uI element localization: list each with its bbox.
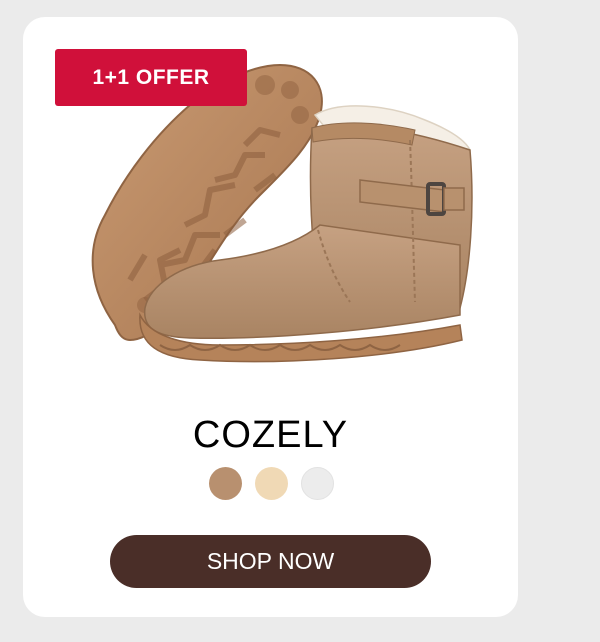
product-name: COZELY bbox=[192, 414, 349, 456]
swatch-beige[interactable] bbox=[255, 467, 288, 500]
offer-badge-label: 1+1 OFFER bbox=[92, 65, 210, 89]
color-swatches bbox=[209, 467, 334, 500]
offer-badge: 1+1 OFFER bbox=[55, 49, 247, 106]
shop-now-label: SHOP NOW bbox=[206, 548, 335, 574]
swatch-brown[interactable] bbox=[209, 467, 242, 500]
swatch-white[interactable] bbox=[301, 467, 334, 500]
shop-now-button[interactable]: SHOP NOW bbox=[110, 535, 431, 588]
